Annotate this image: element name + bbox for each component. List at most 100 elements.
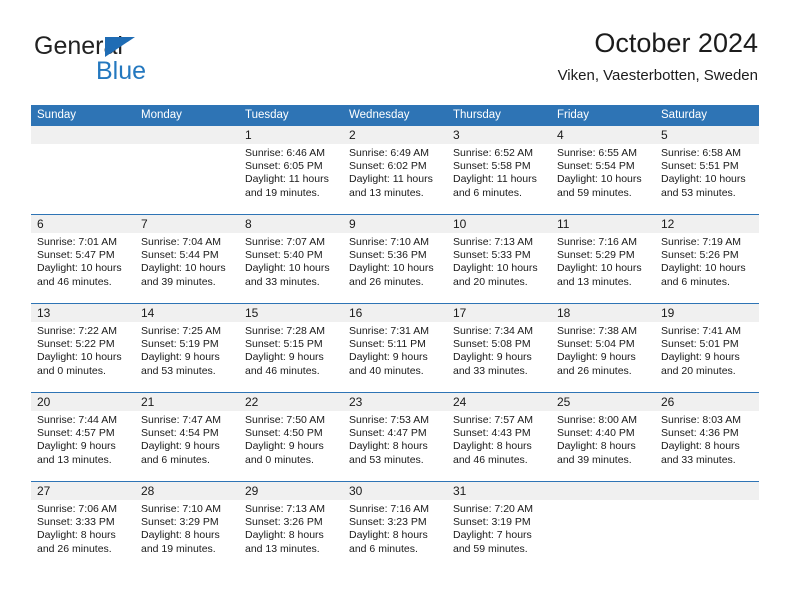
day-number: 16 [343, 304, 447, 322]
sunset-text: Sunset: 3:23 PM [349, 516, 427, 529]
sunset-text: Sunset: 5:26 PM [661, 249, 739, 262]
calendar-day-cell[interactable]: 18 Sunrise: 7:38 AM Sunset: 5:04 PM Dayligh… [551, 303, 655, 393]
day-number: 21 [135, 393, 239, 411]
calendar-day-cell[interactable]: 20 Sunrise: 7:44 AM Sunset: 4:57 PM Dayligh… [31, 392, 135, 482]
calendar-day-cell[interactable]: 23 Sunrise: 7:53 AM Sunset: 4:47 PM Dayligh… [343, 392, 447, 482]
daylight-text-line1: Daylight: 8 hours [245, 529, 324, 542]
calendar-day-cell[interactable]: 13 Sunrise: 7:22 AM Sunset: 5:22 PM Dayligh… [31, 303, 135, 393]
day-details: Sunrise: 7:31 AM Sunset: 5:11 PM Daylight:… [343, 322, 447, 378]
sunset-text: Sunset: 5:51 PM [661, 160, 739, 173]
sunrise-text: Sunrise: 7:04 AM [141, 236, 221, 248]
day-cell-content: 27 Sunrise: 7:06 AM Sunset: 3:33 PM Dayligh… [31, 482, 135, 570]
day-details: Sunrise: 7:50 AM Sunset: 4:50 PM Daylight:… [239, 411, 343, 467]
sunrise-text: Sunrise: 7:44 AM [37, 414, 117, 426]
day-cell-content: 23 Sunrise: 7:53 AM Sunset: 4:47 PM Dayligh… [343, 393, 447, 481]
weekday-header-row: Sunday Monday Tuesday Wednesday Thursday… [31, 105, 759, 126]
daylight-text-line1: Daylight: 11 hours [245, 173, 329, 186]
day-details: Sunrise: 6:49 AM Sunset: 6:02 PM Daylight:… [343, 144, 447, 200]
sunrise-text: Sunrise: 6:58 AM [661, 147, 741, 159]
day-number: 29 [239, 482, 343, 500]
calendar-week-row: 13 Sunrise: 7:22 AM Sunset: 5:22 PM Dayligh… [31, 303, 759, 393]
calendar-day-cell[interactable]: 25 Sunrise: 8:00 AM Sunset: 4:40 PM Dayligh… [551, 392, 655, 482]
sunrise-text: Sunrise: 7:25 AM [141, 325, 221, 337]
calendar-day-cell[interactable]: 8 Sunrise: 7:07 AM Sunset: 5:40 PM Daylight… [239, 214, 343, 304]
daylight-text-line2: and 46 minutes. [37, 275, 112, 288]
calendar-day-cell[interactable]: 27 Sunrise: 7:06 AM Sunset: 3:33 PM Dayligh… [31, 481, 135, 570]
calendar-day-cell[interactable]: 16 Sunrise: 7:31 AM Sunset: 5:11 PM Dayligh… [343, 303, 447, 393]
day-cell-content: 20 Sunrise: 7:44 AM Sunset: 4:57 PM Dayligh… [31, 393, 135, 481]
sunrise-text: Sunrise: 7:38 AM [557, 325, 637, 337]
calendar-page: General Blue October 2024 Viken, Vaester… [0, 0, 792, 612]
calendar-day-cell[interactable]: 2 Sunrise: 6:49 AM Sunset: 6:02 PM Daylight… [343, 126, 447, 215]
calendar-day-cell[interactable]: 17 Sunrise: 7:34 AM Sunset: 5:08 PM Dayligh… [447, 303, 551, 393]
day-number: 19 [655, 304, 759, 322]
calendar-day-cell[interactable]: 7 Sunrise: 7:04 AM Sunset: 5:44 PM Daylight… [135, 214, 239, 304]
daylight-text-line2: and 20 minutes. [453, 275, 528, 288]
calendar-day-cell[interactable]: 6 Sunrise: 7:01 AM Sunset: 5:47 PM Daylight… [31, 214, 135, 304]
daylight-text-line1: Daylight: 9 hours [453, 351, 532, 364]
daylight-text-line1: Daylight: 7 hours [453, 529, 532, 542]
daylight-text-line1: Daylight: 8 hours [661, 440, 740, 453]
calendar-day-cell[interactable]: 26 Sunrise: 8:03 AM Sunset: 4:36 PM Dayligh… [655, 392, 759, 482]
day-details: Sunrise: 7:13 AM Sunset: 5:33 PM Daylight:… [447, 233, 551, 289]
calendar-day-cell[interactable]: 15 Sunrise: 7:28 AM Sunset: 5:15 PM Dayligh… [239, 303, 343, 393]
weekday-header-tuesday: Tuesday [239, 105, 343, 126]
calendar-day-cell[interactable]: 14 Sunrise: 7:25 AM Sunset: 5:19 PM Dayligh… [135, 303, 239, 393]
calendar-day-cell[interactable]: 3 Sunrise: 6:52 AM Sunset: 5:58 PM Daylight… [447, 126, 551, 215]
calendar-day-cell[interactable]: 31 Sunrise: 7:20 AM Sunset: 3:19 PM Dayligh… [447, 481, 551, 570]
day-details: Sunrise: 7:20 AM Sunset: 3:19 PM Daylight:… [447, 500, 551, 556]
page-title: October 2024 [594, 28, 758, 58]
calendar-day-cell[interactable]: 10 Sunrise: 7:13 AM Sunset: 5:33 PM Dayligh… [447, 214, 551, 304]
calendar-day-cell[interactable]: 9 Sunrise: 7:10 AM Sunset: 5:36 PM Daylight… [343, 214, 447, 304]
calendar-day-cell[interactable]: 19 Sunrise: 7:41 AM Sunset: 5:01 PM Dayligh… [655, 303, 759, 393]
day-cell-content [31, 126, 135, 214]
daylight-text-line2: and 39 minutes. [141, 275, 216, 288]
sunset-text: Sunset: 3:29 PM [141, 516, 219, 529]
general-blue-logo[interactable]: General Blue [34, 32, 254, 94]
sunset-text: Sunset: 4:54 PM [141, 427, 219, 440]
calendar-day-cell[interactable]: 1 Sunrise: 6:46 AM Sunset: 6:05 PM Daylight… [239, 126, 343, 215]
calendar-day-cell[interactable]: 11 Sunrise: 7:16 AM Sunset: 5:29 PM Dayligh… [551, 214, 655, 304]
calendar-day-cell[interactable]: 21 Sunrise: 7:47 AM Sunset: 4:54 PM Dayligh… [135, 392, 239, 482]
day-cell-content [655, 482, 759, 570]
day-details: Sunrise: 7:01 AM Sunset: 5:47 PM Daylight:… [31, 233, 135, 289]
day-number: 11 [551, 215, 655, 233]
daylight-text-line1: Daylight: 9 hours [661, 351, 740, 364]
day-details: Sunrise: 7:10 AM Sunset: 3:29 PM Daylight:… [135, 500, 239, 556]
day-cell-content: 26 Sunrise: 8:03 AM Sunset: 4:36 PM Dayligh… [655, 393, 759, 481]
daylight-text-line2: and 6 minutes. [453, 186, 522, 199]
calendar-day-cell[interactable]: 28 Sunrise: 7:10 AM Sunset: 3:29 PM Dayligh… [135, 481, 239, 570]
calendar-grid: Sunday Monday Tuesday Wednesday Thursday… [31, 105, 759, 570]
day-cell-content: 14 Sunrise: 7:25 AM Sunset: 5:19 PM Dayligh… [135, 304, 239, 392]
calendar-day-cell[interactable]: 29 Sunrise: 7:13 AM Sunset: 3:26 PM Dayligh… [239, 481, 343, 570]
day-details: Sunrise: 7:07 AM Sunset: 5:40 PM Daylight:… [239, 233, 343, 289]
day-cell-content: 8 Sunrise: 7:07 AM Sunset: 5:40 PM Daylight… [239, 215, 343, 303]
daylight-text-line1: Daylight: 9 hours [349, 351, 428, 364]
calendar-day-cell[interactable]: 22 Sunrise: 7:50 AM Sunset: 4:50 PM Dayligh… [239, 392, 343, 482]
calendar-day-cell[interactable]: 30 Sunrise: 7:16 AM Sunset: 3:23 PM Dayligh… [343, 481, 447, 570]
sunrise-text: Sunrise: 7:10 AM [349, 236, 429, 248]
daylight-text-line1: Daylight: 8 hours [557, 440, 636, 453]
day-details: Sunrise: 6:52 AM Sunset: 5:58 PM Daylight:… [447, 144, 551, 200]
sunrise-text: Sunrise: 7:13 AM [245, 503, 325, 515]
sunset-text: Sunset: 5:58 PM [453, 160, 531, 173]
calendar-day-cell[interactable]: 4 Sunrise: 6:55 AM Sunset: 5:54 PM Daylight… [551, 126, 655, 215]
day-details: Sunrise: 7:57 AM Sunset: 4:43 PM Daylight:… [447, 411, 551, 467]
calendar-day-cell[interactable]: 5 Sunrise: 6:58 AM Sunset: 5:51 PM Daylight… [655, 126, 759, 215]
day-number: 8 [239, 215, 343, 233]
calendar-day-cell[interactable]: 12 Sunrise: 7:19 AM Sunset: 5:26 PM Dayligh… [655, 214, 759, 304]
daylight-text-line1: Daylight: 10 hours [661, 262, 746, 275]
day-number: 9 [343, 215, 447, 233]
day-number: 17 [447, 304, 551, 322]
sunset-text: Sunset: 5:15 PM [245, 338, 323, 351]
sunrise-text: Sunrise: 7:13 AM [453, 236, 533, 248]
sunrise-text: Sunrise: 7:53 AM [349, 414, 429, 426]
daylight-text-line1: Daylight: 10 hours [245, 262, 330, 275]
day-details: Sunrise: 7:16 AM Sunset: 5:29 PM Daylight:… [551, 233, 655, 289]
calendar-day-cell[interactable]: 24 Sunrise: 7:57 AM Sunset: 4:43 PM Dayligh… [447, 392, 551, 482]
sunset-text: Sunset: 5:01 PM [661, 338, 739, 351]
sunrise-text: Sunrise: 7:16 AM [557, 236, 637, 248]
sunset-text: Sunset: 5:11 PM [349, 338, 426, 351]
day-details: Sunrise: 7:10 AM Sunset: 5:36 PM Daylight:… [343, 233, 447, 289]
day-details: Sunrise: 7:44 AM Sunset: 4:57 PM Daylight:… [31, 411, 135, 467]
